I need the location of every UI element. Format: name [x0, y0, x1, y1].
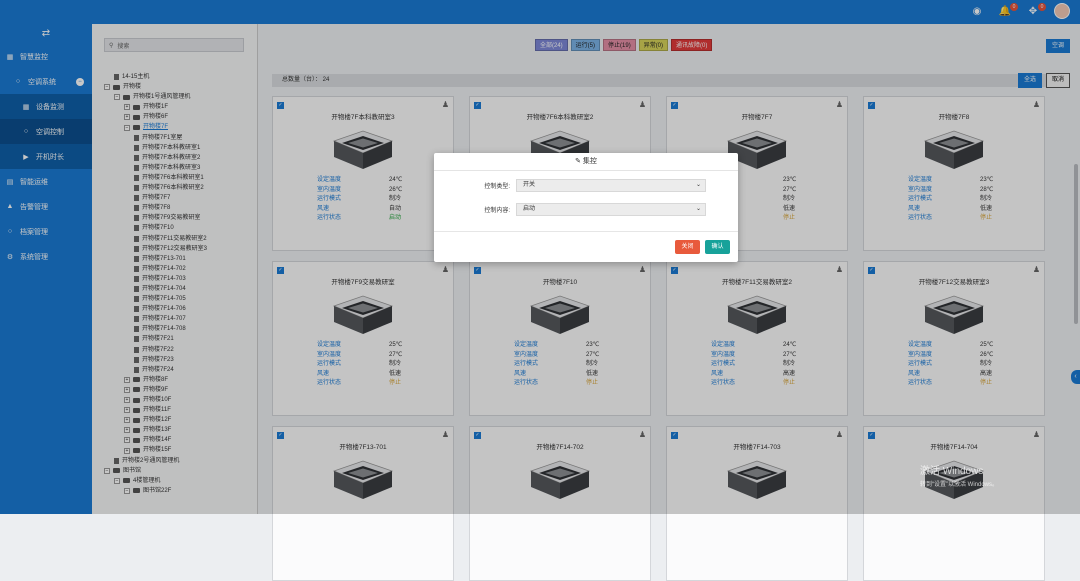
- dialog-title: ✎ 集控: [434, 153, 738, 171]
- dialog-footer-divider: [434, 231, 738, 232]
- confirm-button[interactable]: 确认: [705, 240, 730, 254]
- control-content-value: 启动: [523, 206, 536, 212]
- control-type-value: 开关: [523, 182, 536, 188]
- control-content-row: 控制内容: 启动 ⌄: [474, 203, 706, 216]
- watermark-subtitle: 转到“设置”以激活 Windows。: [920, 482, 999, 488]
- control-content-select[interactable]: 启动 ⌄: [516, 203, 706, 216]
- watermark-title: 激活 Windows: [920, 466, 984, 477]
- control-type-select[interactable]: 开关 ⌄: [516, 179, 706, 192]
- edit-icon: ✎: [575, 158, 581, 165]
- control-type-row: 控制类型: 开关 ⌄: [474, 179, 706, 192]
- dialog-title-text: 集控: [582, 158, 597, 165]
- chevron-down-icon: ⌄: [695, 206, 701, 212]
- control-content-label: 控制内容:: [484, 208, 510, 214]
- control-dialog: ✎ 集控 控制类型: 开关 ⌄ 控制内容: 启动 ⌄ 关闭 确认: [434, 153, 738, 262]
- control-type-label: 控制类型:: [484, 184, 510, 190]
- chevron-down-icon: ⌄: [695, 182, 701, 188]
- windows-activation-watermark: 激活 Windows 转到“设置”以激活 Windows。: [920, 462, 998, 488]
- close-button[interactable]: 关闭: [675, 240, 700, 254]
